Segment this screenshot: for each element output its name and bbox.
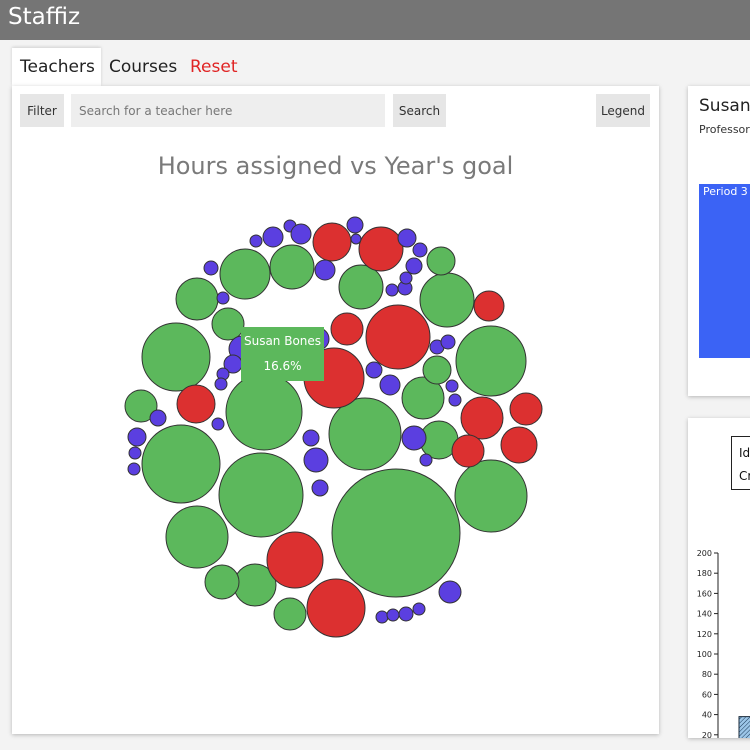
y-tick-label: 80 [702, 670, 712, 679]
bubble-blue[interactable] [412, 602, 426, 616]
bubble-blue[interactable] [128, 446, 142, 460]
bubble-green[interactable] [141, 322, 211, 392]
bubble-red[interactable] [358, 226, 404, 272]
teacher-detail-panel: Susan Professor Period 3 [688, 86, 750, 396]
bubble-green[interactable] [211, 307, 245, 341]
bubble-red[interactable] [460, 396, 504, 440]
bubble-green[interactable] [454, 459, 528, 533]
bubble-blue[interactable] [405, 257, 423, 275]
bubble-green[interactable] [225, 373, 303, 451]
top-bar: Staffiz [0, 0, 750, 40]
bubble-green[interactable] [165, 505, 229, 569]
y-tick-label: 60 [702, 690, 712, 699]
bubble-blue[interactable] [440, 334, 456, 350]
bubble-green[interactable] [141, 424, 221, 504]
bubble-green[interactable] [175, 277, 219, 321]
bubble-blue[interactable] [149, 409, 167, 427]
main-content: Teachers Courses Reset Filter Search Leg… [0, 40, 750, 750]
bubble-green[interactable] [328, 397, 402, 471]
bubble-blue[interactable] [398, 606, 414, 622]
bubble-blue[interactable] [419, 453, 433, 467]
bubble-blue[interactable] [290, 223, 312, 245]
bubble-green[interactable] [218, 452, 304, 538]
bubble-blue[interactable] [375, 610, 389, 624]
y-tick-label: 200 [697, 549, 712, 558]
bubble-green[interactable] [269, 244, 315, 290]
bubble-green[interactable] [422, 355, 452, 385]
teacher-role: Professor [699, 123, 750, 136]
bubble-tooltip: Susan Bones 16.6% [241, 327, 324, 381]
bubble-green[interactable] [419, 272, 475, 328]
bubble-blue[interactable] [302, 429, 320, 447]
bubble-red[interactable] [473, 290, 505, 322]
tab-courses[interactable]: Courses [109, 48, 177, 86]
bubble-blue[interactable] [385, 283, 399, 297]
bubble-blue[interactable] [379, 374, 401, 396]
legend-item-2: Cr [739, 469, 750, 483]
bubble-blue[interactable] [399, 271, 413, 285]
bubble-red[interactable] [330, 312, 364, 346]
bubble-green[interactable] [455, 325, 527, 397]
bubble-blue[interactable] [262, 226, 284, 248]
bubble-blue[interactable] [249, 234, 263, 248]
bubble-green[interactable] [338, 264, 384, 310]
bubble-chart [124, 216, 543, 638]
bubble-green[interactable] [331, 468, 461, 598]
bubble-blue[interactable] [303, 447, 329, 473]
bubble-blue[interactable] [438, 580, 462, 604]
teachers-panel: Filter Search Legend Hours assigned vs Y… [12, 86, 659, 734]
bubble-blue[interactable] [350, 233, 362, 245]
bubble-red[interactable] [266, 531, 324, 589]
bubble-blue[interactable] [401, 425, 427, 451]
period-block[interactable]: Period 3 [699, 184, 750, 358]
bubble-blue[interactable] [397, 228, 417, 248]
bubble-blue[interactable] [127, 427, 147, 447]
y-tick-label: 140 [697, 610, 712, 619]
bubble-red[interactable] [500, 426, 538, 464]
bubble-blue[interactable] [346, 216, 364, 234]
hours-chart-panel: 020406080100120140160180200ac Id Cr [688, 418, 750, 738]
bubble-blue[interactable] [203, 260, 219, 276]
tab-teachers[interactable]: Teachers [12, 48, 101, 86]
bubble-green[interactable] [204, 564, 240, 600]
bubble-red[interactable] [509, 392, 543, 426]
app-title: Staffiz [8, 4, 81, 30]
bubble-blue[interactable] [211, 417, 225, 431]
bubble-red[interactable] [312, 222, 352, 262]
y-tick-label: 100 [697, 650, 712, 659]
bubble-blue[interactable] [311, 479, 329, 497]
y-tick-label: 180 [697, 569, 712, 578]
bubble-blue[interactable] [386, 608, 400, 622]
bubble-green[interactable] [273, 597, 307, 631]
bubble-blue[interactable] [412, 242, 428, 258]
bar-0[interactable] [738, 716, 750, 738]
y-tick-label: 160 [697, 589, 712, 598]
legend-item-1: Id [739, 446, 750, 460]
tooltip-teacher-name: Susan Bones [243, 334, 322, 348]
tab-reset[interactable]: Reset [190, 48, 238, 86]
tooltip-percentage: 16.6% [263, 359, 302, 373]
period-label: Period 3 [703, 185, 748, 198]
bubble-blue[interactable] [445, 379, 459, 393]
bubble-blue[interactable] [127, 462, 141, 476]
bubble-blue[interactable] [448, 393, 462, 407]
bubble-red[interactable] [306, 578, 366, 638]
bubble-blue[interactable] [214, 377, 228, 391]
bubble-blue[interactable] [365, 361, 383, 379]
y-tick-label: 20 [702, 731, 712, 738]
chart-legend: Id Cr [731, 436, 750, 490]
bubble-blue[interactable] [216, 291, 230, 305]
bubble-blue[interactable] [314, 259, 336, 281]
y-tick-label: 40 [702, 711, 712, 720]
bubble-green[interactable] [426, 246, 456, 276]
bubble-red[interactable] [451, 434, 485, 468]
teacher-name: Susan [699, 96, 750, 116]
y-tick-label: 120 [697, 630, 712, 639]
bubble-red[interactable] [365, 304, 431, 370]
bubble-green[interactable] [219, 248, 271, 300]
bubble-red[interactable] [176, 384, 216, 424]
